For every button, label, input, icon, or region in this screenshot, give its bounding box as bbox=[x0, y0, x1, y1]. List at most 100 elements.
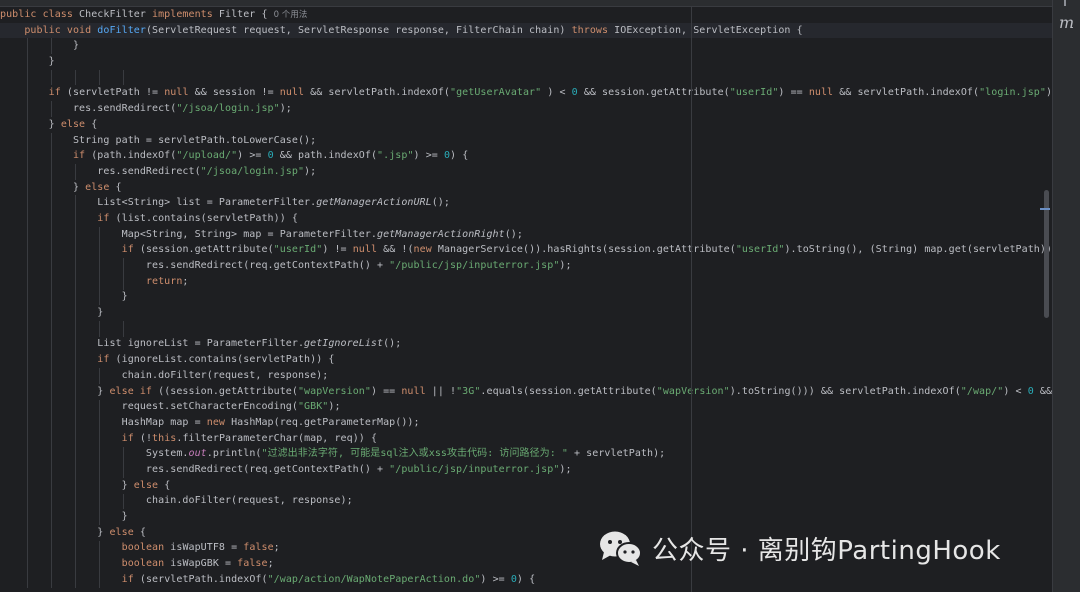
wechat-icon bbox=[600, 531, 642, 566]
code-token: if bbox=[48, 87, 67, 99]
code-token: CheckFilter bbox=[79, 9, 153, 20]
code-token: (ServletRequest request, ServletResponse… bbox=[145, 24, 572, 36]
code-token: if bbox=[97, 212, 116, 224]
code-line[interactable]: request.setCharacterEncoding("GBK"); bbox=[0, 399, 1052, 415]
code-line[interactable]: res.sendRedirect("/jsoa/login.jsp"); bbox=[0, 101, 1052, 117]
code-line[interactable]: chain.doFilter(request, response); bbox=[0, 368, 1052, 384]
code-line[interactable]: public void doFilter(ServletRequest requ… bbox=[0, 22, 1052, 39]
code-line[interactable]: } bbox=[0, 509, 1052, 525]
code-line[interactable] bbox=[0, 70, 1052, 86]
code-token: doFilter bbox=[97, 24, 146, 36]
code-token: boolean bbox=[121, 558, 171, 570]
code-token: ).toString(), (String) map.get(servletPa… bbox=[784, 244, 1052, 256]
code-token: "过滤出非法字符, 可能是sql注入或xss攻击代码: 访问路径为: " bbox=[261, 448, 568, 460]
usage-hint[interactable]: 0 个用法 bbox=[274, 10, 308, 20]
code-token: null bbox=[164, 87, 195, 99]
code-token: (session.getAttribute( bbox=[139, 244, 274, 256]
code-token: return bbox=[145, 275, 183, 287]
code-token: ) == bbox=[370, 385, 402, 397]
code-line[interactable]: return; bbox=[0, 274, 1052, 290]
code-line[interactable]: res.sendRedirect(req.getContextPath() + … bbox=[0, 462, 1052, 478]
indent-guide bbox=[27, 38, 29, 588]
code-line[interactable]: System.out.println("过滤出非法字符, 可能是sql注入或xs… bbox=[0, 446, 1052, 462]
code-token: request.setCharacterEncoding( bbox=[0, 401, 298, 413]
code-line[interactable]: if (servletPath.indexOf("/wap/action/Wap… bbox=[0, 572, 1052, 588]
code-area[interactable]: public class CheckFilter implements Filt… bbox=[0, 7, 1052, 588]
code-token: .equals(session.getAttribute( bbox=[480, 385, 657, 397]
code-line[interactable]: } bbox=[0, 305, 1052, 321]
code-token: && servletPath.indexOf( bbox=[839, 87, 980, 99]
right-tool-window-bar bbox=[1052, 0, 1080, 592]
indent-guide bbox=[99, 226, 101, 306]
code-line[interactable]: HashMap map = new HashMap(req.getParamet… bbox=[0, 415, 1052, 431]
code-line[interactable]: String path = servletPath.toLowerCase(); bbox=[0, 133, 1052, 149]
code-token: ; bbox=[182, 275, 189, 287]
code-line[interactable]: List ignoreList = ParameterFilter.getIgn… bbox=[0, 336, 1052, 352]
code-token: "/jsoa/login.jsp" bbox=[176, 103, 280, 115]
maven-tool-letter[interactable]: m bbox=[1059, 13, 1074, 32]
code-token: IOException, ServletException { bbox=[614, 24, 803, 36]
indent-guide bbox=[75, 195, 77, 588]
code-line[interactable]: } else { bbox=[0, 180, 1052, 196]
code-line[interactable]: if (servletPath != null && session != nu… bbox=[0, 85, 1052, 101]
code-line[interactable]: if (path.indexOf("/upload/") >= 0 && pat… bbox=[0, 148, 1052, 164]
code-line[interactable]: } else { bbox=[0, 478, 1052, 494]
indent-guide bbox=[99, 399, 101, 526]
code-token: "getUserAvatar" bbox=[450, 87, 542, 99]
code-token: ) == bbox=[778, 87, 809, 99]
code-token: this bbox=[152, 432, 177, 444]
code-token: isWapGBK = bbox=[170, 558, 238, 570]
code-token: "/wap/action/WapNotePaperAction.do" bbox=[267, 573, 481, 585]
code-line[interactable]: if (list.contains(servletPath)) { bbox=[0, 211, 1052, 227]
code-token: } bbox=[0, 526, 110, 538]
code-line[interactable]: res.sendRedirect(req.getContextPath() + … bbox=[0, 258, 1052, 274]
code-token: getManagerActionRight bbox=[377, 228, 505, 240]
code-token: ) >= bbox=[237, 150, 268, 162]
code-token: } bbox=[0, 40, 80, 52]
code-token: if bbox=[97, 354, 116, 366]
code-token: } bbox=[0, 479, 134, 491]
code-editor[interactable]: public class CheckFilter implements Filt… bbox=[0, 0, 1052, 592]
code-line[interactable]: if (ignoreList.contains(servletPath)) { bbox=[0, 352, 1052, 368]
code-token: null bbox=[352, 244, 384, 256]
code-line[interactable]: public class CheckFilter implements Filt… bbox=[0, 7, 1052, 23]
code-line[interactable]: } else if ((session.getAttribute("wapVer… bbox=[0, 384, 1052, 400]
code-token: ((session.getAttribute( bbox=[158, 385, 298, 397]
code-token: { bbox=[115, 181, 122, 193]
code-line[interactable]: } bbox=[0, 54, 1052, 70]
code-token: "/public/jsp/inputerror.jsp" bbox=[389, 463, 560, 475]
code-token: Map<String, String> map = ParameterFilte… bbox=[0, 228, 377, 240]
code-token: (servletPath != bbox=[66, 87, 165, 99]
code-token: 0 bbox=[571, 87, 584, 99]
code-line[interactable]: List<String> list = ParameterFilter.getM… bbox=[0, 195, 1052, 211]
code-line[interactable] bbox=[0, 321, 1052, 337]
code-token: false bbox=[243, 542, 274, 554]
code-line[interactable]: res.sendRedirect("/jsoa/login.jsp"); bbox=[0, 164, 1052, 180]
code-line[interactable]: Map<String, String> map = ParameterFilte… bbox=[0, 227, 1052, 243]
code-line[interactable]: chain.doFilter(request, response); bbox=[0, 493, 1052, 509]
code-line[interactable]: } bbox=[0, 38, 1052, 54]
code-token: getManagerActionURL bbox=[316, 197, 432, 209]
code-line[interactable]: if (!this.filterParameterChar(map, req))… bbox=[0, 431, 1052, 447]
code-token: "3G" bbox=[456, 385, 481, 397]
code-token: HashMap(req.getParameterMap()); bbox=[231, 416, 420, 428]
code-token: "/jsoa/login.jsp" bbox=[200, 165, 305, 177]
code-token: if bbox=[121, 244, 140, 256]
code-line[interactable]: } else { bbox=[0, 117, 1052, 133]
indent-guide bbox=[123, 69, 125, 86]
code-token: ); bbox=[328, 401, 341, 413]
editor-tab-strip bbox=[0, 0, 1052, 7]
code-token: } bbox=[0, 385, 110, 397]
code-token: "wapVersion" bbox=[297, 385, 371, 397]
code-line[interactable]: if (session.getAttribute("userId") != nu… bbox=[0, 242, 1052, 258]
code-token: { bbox=[139, 526, 146, 538]
tool-window-icon[interactable] bbox=[1064, 0, 1066, 6]
code-line[interactable]: } bbox=[0, 289, 1052, 305]
code-token: { bbox=[91, 118, 98, 130]
indent-guide bbox=[123, 321, 125, 337]
code-token: (! bbox=[139, 432, 153, 444]
